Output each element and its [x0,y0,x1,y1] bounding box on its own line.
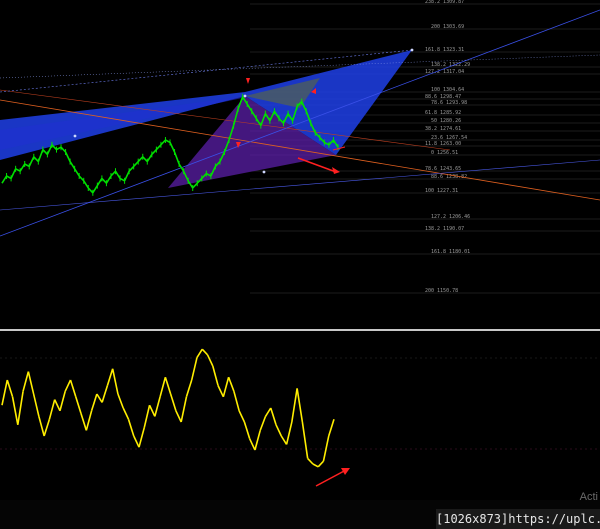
oscillator-segment [96,393,103,403]
oscillator-segment [106,368,114,386]
price-panel [0,0,600,327]
oscillator-segment [269,407,277,426]
anchor-point [243,94,247,98]
oscillator-segment [238,410,246,423]
oscillator-segment [80,413,88,431]
fib-level-label: 78.6 1243.65 [425,166,461,172]
oscillator-segment [27,371,35,395]
fib-level-label: 138.2 1190.07 [425,226,464,232]
anchor-point [262,170,266,174]
oscillator-segment [22,371,30,392]
oscillator-segment [169,393,177,412]
oscillator-segment [212,365,219,386]
oscillator-segment [127,418,135,437]
oscillator-segment [307,457,314,465]
oscillator-segment [138,427,146,448]
oscillator-segment [85,410,93,431]
oscillator-segment [1,379,9,406]
oscillator-segment [164,376,172,395]
oscillator-segment [6,379,14,398]
oscillator-segment [11,396,19,425]
oscillator-segment [59,390,67,412]
oscillator-segment [222,376,230,398]
fib-level-label: 100 1304.64 [431,87,464,93]
oscillator-segment [291,388,298,423]
oscillator-segment [233,390,240,412]
oscillator-segment [180,396,188,423]
oscillator-segment [154,396,161,417]
oscillator-segment [48,399,56,420]
fib-level-label: 200 1303.69 [431,24,464,30]
oscillator-segment [322,435,330,462]
trading-chart: 238.2 1309.87 200 1303.69 161.8 1323.31 138… [0,0,600,529]
fib-level-label: 38.2 1274.61 [425,126,461,132]
oscillator-segment [148,404,156,417]
oscillator-segment [264,407,272,417]
oscillator-segment [143,405,151,428]
oscillator-segment [190,357,198,381]
oscillator-segment [75,396,82,414]
oscillator-segment [17,391,24,425]
oscillator-segment [111,368,119,395]
oscillator-segment [206,354,214,367]
watermark-text: Acti [579,491,598,503]
oscillator-segment [159,376,167,398]
fib-level-label: 127.2 1206.46 [431,214,470,220]
oscillator-segment [185,379,193,398]
oscillator-segment [175,410,182,423]
oscillator-segment [285,421,293,445]
oscillator-segment [317,460,325,468]
oscillator-segment [280,435,288,445]
fib-level-label: 50 1280.26 [431,118,461,124]
oscillator-segment [217,385,225,398]
oscillator-segment [196,348,203,359]
oscillator-segment [122,407,130,420]
fib-level-label: 0 1256.51 [431,150,458,156]
oscillator-segment [296,388,304,423]
oscillator-segment [43,418,51,437]
fib-level-label: 78.6 1293.98 [431,100,467,106]
oscillator-segment [227,376,235,392]
fib-level-label: 138.2 1322.29 [431,62,470,68]
fib-level-label: 100 1227.31 [425,188,458,194]
oscillator-segment [32,393,40,417]
oscillator-segment [117,393,124,409]
oscillator-segment [259,416,267,431]
fib-level-label: 200 1150.78 [425,288,458,294]
oscillator-segment [38,416,45,437]
oscillator-segment [53,399,61,412]
footer-caption: [1026x873]https://uplc.me/ [436,509,600,529]
oscillator-segment [101,385,109,403]
oscillator-segment [248,438,256,451]
oscillator-segment [254,430,261,451]
oscillator-segment [69,379,77,398]
oscillator-segment [133,435,140,448]
oscillator-segment [90,393,98,412]
fib-level-label: 238.2 1309.87 [425,0,464,5]
oscillator-segment [301,421,309,459]
oscillator-segment [243,421,251,440]
fib-level-label: 61.8 1285.92 [425,110,461,116]
oscillator-segment [327,418,335,437]
oscillator-segment [275,424,283,437]
fib-level-label: 11.8 1263.00 [425,141,461,147]
anchor-point [410,48,414,52]
oscillator-segment [201,348,209,356]
anchor-point [73,134,77,138]
fib-level-label: 161.8 1180.01 [431,249,470,255]
divergence-arrow-oscillator [315,469,347,487]
fib-level-label: 161.8 1323.31 [425,47,464,53]
oscillator-segment [312,463,319,468]
oscillator-segment [64,379,72,392]
